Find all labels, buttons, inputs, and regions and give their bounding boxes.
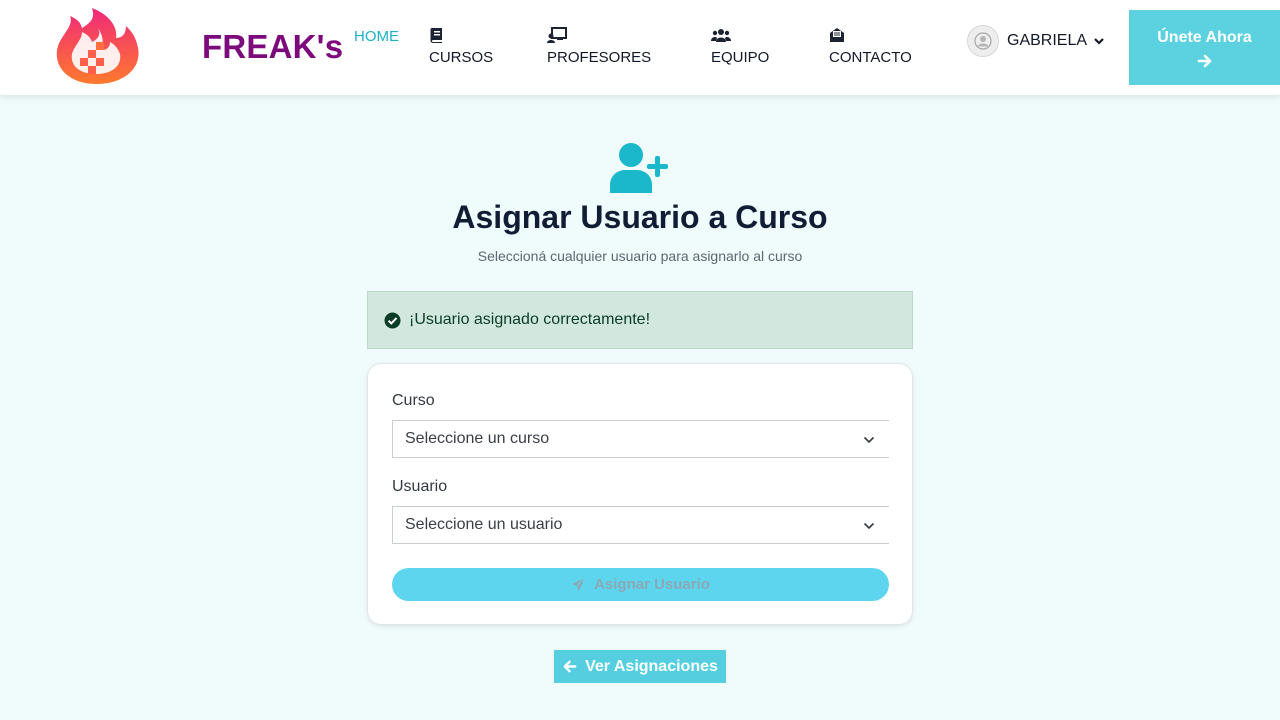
usuario-select[interactable]: Seleccione un usuario: [392, 506, 889, 544]
flame-logo-icon[interactable]: [52, 6, 144, 86]
user-name: GABRIELA: [1007, 32, 1088, 49]
alert-message: ¡Usuario asignado correctamente!: [409, 311, 651, 328]
chevron-down-icon: [863, 522, 875, 530]
curso-select-value: Seleccione un curso: [405, 430, 550, 447]
join-now-button[interactable]: Únete Ahora: [1129, 10, 1280, 85]
arrow-left-icon: [563, 660, 577, 673]
envelope-open-icon: [830, 28, 844, 42]
users-icon: [711, 29, 731, 42]
paper-plane-icon: [572, 577, 586, 592]
success-alert: ¡Usuario asignado correctamente!: [367, 291, 913, 349]
check-circle-icon: [384, 312, 401, 328]
nav-cursos[interactable]: CURSOS: [429, 27, 493, 66]
nav-contacto-label: CONTACTO: [829, 49, 912, 66]
teacher-board-icon: [547, 27, 567, 43]
nav-contacto[interactable]: CONTACTO: [829, 27, 912, 66]
user-menu[interactable]: GABRIELA: [967, 25, 1105, 57]
usuario-select-value: Seleccione un usuario: [405, 516, 563, 533]
chevron-down-icon: [1094, 38, 1104, 45]
user-avatar-icon: [967, 25, 999, 57]
view-assignments-label: Ver Asignaciones: [585, 657, 718, 675]
page-title: Asignar Usuario a Curso: [452, 199, 828, 235]
view-assignments-button[interactable]: Ver Asignaciones: [554, 650, 726, 683]
arrow-right-icon: [1197, 54, 1211, 68]
book-icon: [430, 28, 442, 43]
assign-user-button[interactable]: Asignar Usuario: [392, 568, 889, 601]
nav-cursos-label: CURSOS: [429, 49, 494, 66]
assign-user-label: Asignar Usuario: [594, 576, 710, 593]
nav-equipo-label: EQUIPO: [711, 49, 770, 66]
curso-select[interactable]: Seleccione un curso: [392, 420, 889, 458]
page-subtitle: Seleccioná cualquier usuario para asigna…: [477, 248, 803, 264]
nav-home-label: HOME: [354, 28, 399, 45]
user-plus-icon: [610, 143, 668, 193]
nav-equipo[interactable]: EQUIPO: [711, 27, 769, 66]
brand-name[interactable]: FREAK's: [202, 28, 343, 66]
usuario-label: Usuario: [392, 478, 448, 495]
nav-profesores-label: PROFESORES: [547, 49, 652, 66]
nav-profesores[interactable]: PROFESORES: [547, 27, 651, 66]
assign-form-card: Curso Seleccione un curso Usuario Selecc…: [367, 363, 913, 625]
join-now-label: Únete Ahora: [1157, 29, 1252, 46]
curso-label: Curso: [392, 392, 435, 409]
chevron-down-icon: [863, 436, 875, 444]
top-navbar: FREAK's HOME CURSOS PROFESORES EQUIPO CO…: [0, 0, 1280, 95]
nav-home[interactable]: HOME: [354, 28, 399, 45]
